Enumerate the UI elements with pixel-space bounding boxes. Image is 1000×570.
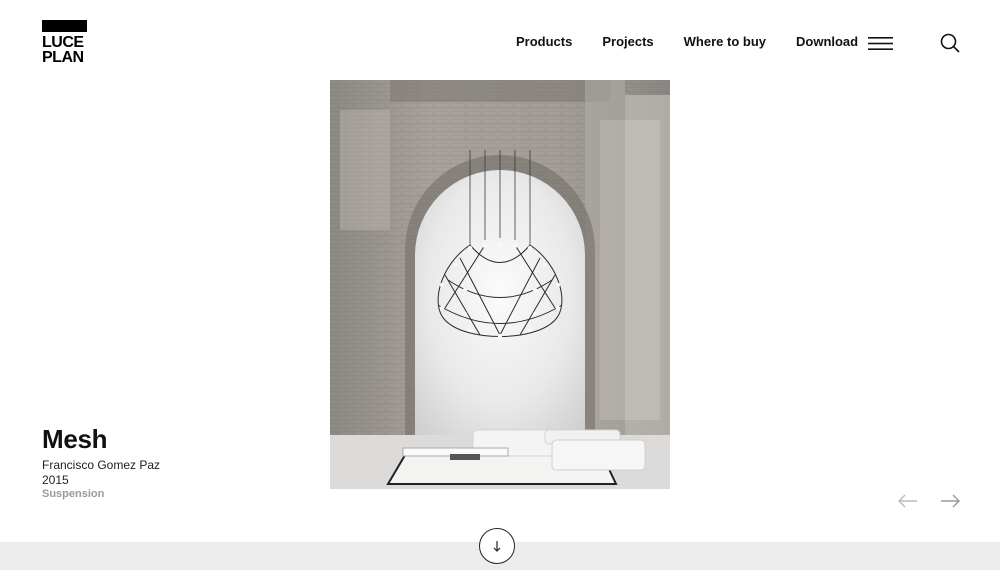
- logo-line-2: PLAN: [42, 49, 84, 66]
- logo-line-1: LUCE: [42, 34, 84, 51]
- search-icon[interactable]: [940, 33, 960, 53]
- nav-item-projects[interactable]: Projects: [602, 34, 653, 50]
- nav-item-download[interactable]: Download: [796, 34, 858, 50]
- arrow-down-icon: [493, 541, 501, 552]
- luceplan-logo[interactable]: LUCE PLAN: [42, 20, 87, 66]
- scroll-down-button[interactable]: [479, 528, 515, 564]
- hamburger-icon[interactable]: [868, 37, 893, 50]
- product-year: 2015: [42, 473, 69, 487]
- arrow-left-icon[interactable]: [898, 493, 918, 509]
- nav-item-products[interactable]: Products: [516, 34, 572, 50]
- logo-bar: [42, 20, 87, 32]
- product-title: Mesh: [42, 424, 108, 454]
- product-category[interactable]: Suspension: [42, 488, 104, 501]
- mesh-lamp-scene: [330, 80, 670, 489]
- product-hero-image: [330, 80, 670, 489]
- arrow-right-icon[interactable]: [940, 493, 960, 509]
- product-designer: Francisco Gomez Paz: [42, 458, 161, 472]
- nav-item-where-to-buy[interactable]: Where to buy: [684, 34, 766, 50]
- main-nav: Products Projects Where to buy Download: [516, 34, 858, 50]
